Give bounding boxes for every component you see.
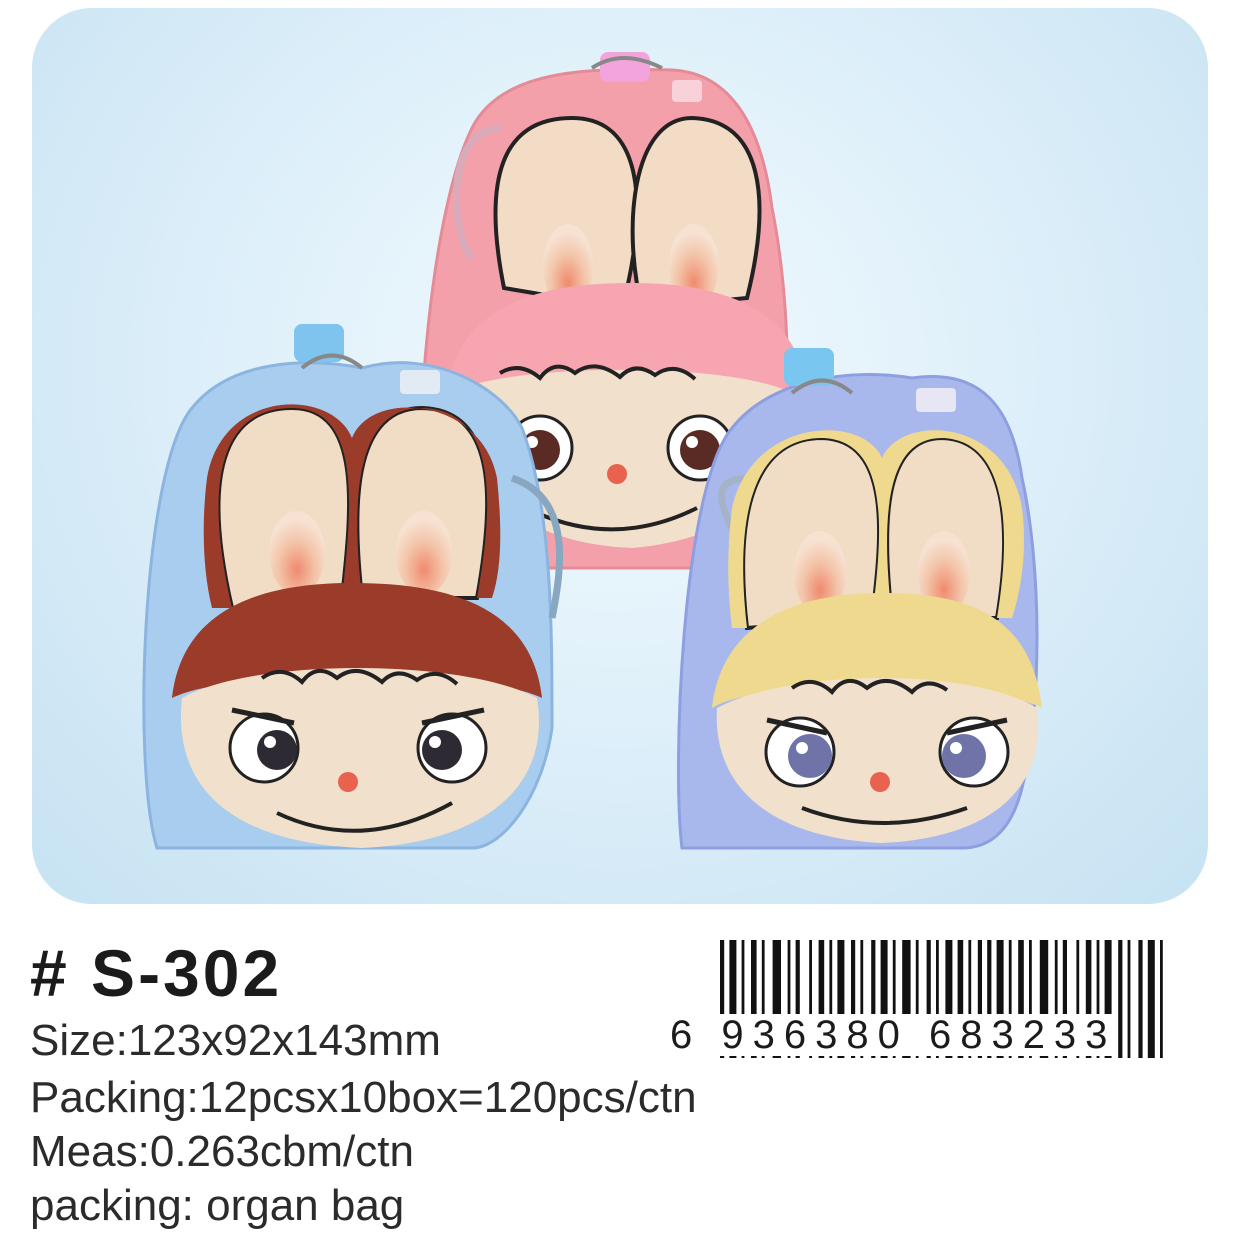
meas-spec: Meas:0.263cbm/ctn [30,1127,414,1176]
barcode-bar [1118,940,1123,1058]
packing-spec: Packing:12pcsx10box=120pcs/ctn [30,1073,697,1122]
model-number: # S-302 [30,936,283,1010]
barcode-bar [1160,940,1163,1058]
barcode-bar [1127,940,1131,1058]
product-photo [142,52,1042,850]
size-spec: Size:123x92x143mm [30,1016,441,1065]
barcode-bar [1147,940,1155,1058]
bag-spec: packing: organ bag [30,1181,405,1230]
barcode-bar [1138,940,1143,1058]
barcode-number: 6 936380 683233 [668,1013,1119,1057]
product-photo-panel [32,8,1208,904]
blue-tin-bank-brown-hair [142,324,564,850]
